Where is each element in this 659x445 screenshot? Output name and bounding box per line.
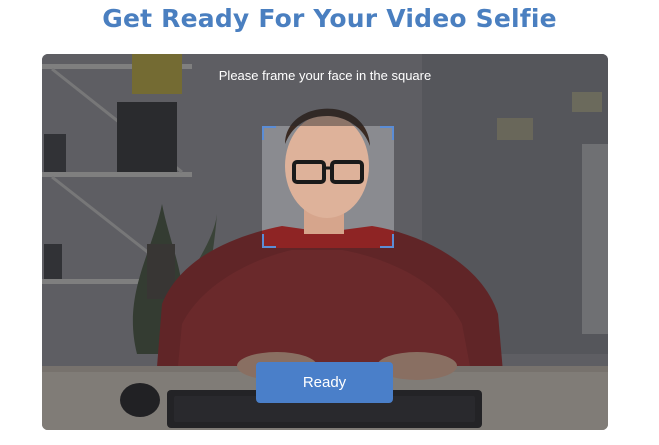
face-frame <box>262 126 394 248</box>
frame-corner-top-right <box>380 126 394 140</box>
frame-corner-bottom-left <box>262 234 276 248</box>
frame-corner-top-left <box>262 126 276 140</box>
ready-button[interactable]: Ready <box>256 362 393 403</box>
instruction-text: Please frame your face in the square <box>218 68 432 83</box>
page-title: Get Ready For Your Video Selfie <box>102 4 557 33</box>
frame-corner-bottom-right <box>380 234 394 248</box>
camera-preview: Please frame your face in the square Rea… <box>42 54 608 430</box>
